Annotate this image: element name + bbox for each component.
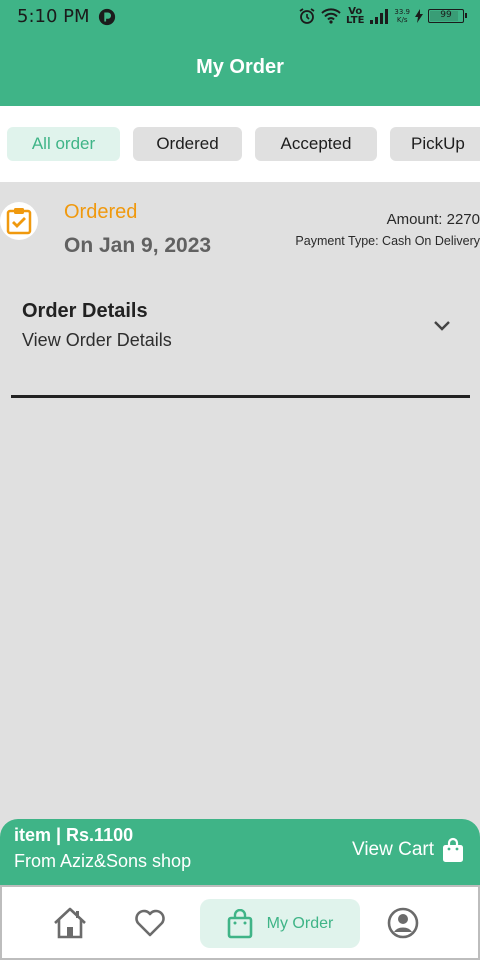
status-bar: 5:10 PM Vo LTE 33.9 K/s 99 (0, 0, 480, 34)
view-cart-button[interactable]: View Cart (352, 837, 464, 863)
divider (11, 395, 470, 398)
clipboard-check-icon (6, 208, 32, 235)
nav-home[interactable] (50, 905, 90, 941)
order-details-title: Order Details (22, 300, 148, 322)
cart-summary-bar[interactable]: item | Rs.1100 From Aziz&Sons shop View … (0, 819, 480, 885)
tab-ordered[interactable]: Ordered (133, 127, 242, 161)
status-time: 5:10 PM (17, 6, 90, 27)
nav-my-order-label: My Order (266, 914, 334, 932)
nav-profile[interactable] (383, 905, 423, 941)
shopping-bag-icon (443, 837, 463, 862)
view-order-details-link[interactable]: View Order Details (22, 330, 172, 351)
volte-indicator: Vo LTE (346, 7, 365, 26)
speed-unit: K/s (396, 16, 408, 24)
tab-all-order[interactable]: All order (7, 127, 120, 161)
home-icon (54, 907, 86, 939)
heart-icon (135, 909, 165, 937)
payment-type: Payment Type: Cash On Delivery (295, 234, 480, 248)
wifi-icon (321, 8, 341, 24)
volte-line2: LTE (346, 15, 365, 26)
shopping-bag-icon (227, 908, 252, 938)
order-amount: Amount: 2270 (386, 211, 480, 228)
order-date: On Jan 9, 2023 (64, 234, 212, 257)
battery-fill (430, 11, 458, 21)
chevron-down-icon[interactable] (431, 318, 453, 334)
view-cart-label: View Cart (351, 839, 434, 860)
nav-my-order[interactable]: My Order (200, 899, 360, 948)
app-header: 5:10 PM Vo LTE 33.9 K/s 99 My Order (0, 0, 480, 106)
signal-icon (370, 9, 389, 24)
profile-icon (387, 907, 419, 939)
charging-icon (415, 9, 423, 23)
order-status: Ordered (64, 201, 138, 223)
alarm-icon (299, 8, 315, 24)
speed-value: 33.9 (394, 8, 410, 16)
cart-shop-name: From Aziz&Sons shop (14, 851, 192, 871)
battery-indicator: 99 (428, 9, 467, 23)
bottom-navigation: My Order (0, 885, 480, 960)
network-speed: 33.9 K/s (394, 8, 410, 24)
tab-pickup[interactable]: PickUp (390, 127, 480, 161)
app-notification-icon (98, 8, 116, 26)
tab-accepted[interactable]: Accepted (255, 127, 377, 161)
cart-item-summary: item | Rs.1100 (14, 825, 134, 845)
order-filter-tabs: All order Ordered Accepted PickUp (0, 106, 480, 182)
order-status-badge (0, 202, 38, 240)
page-title: My Order (196, 56, 284, 78)
nav-favorites[interactable] (130, 905, 170, 941)
status-icons: Vo LTE 33.9 K/s 99 (298, 5, 467, 27)
